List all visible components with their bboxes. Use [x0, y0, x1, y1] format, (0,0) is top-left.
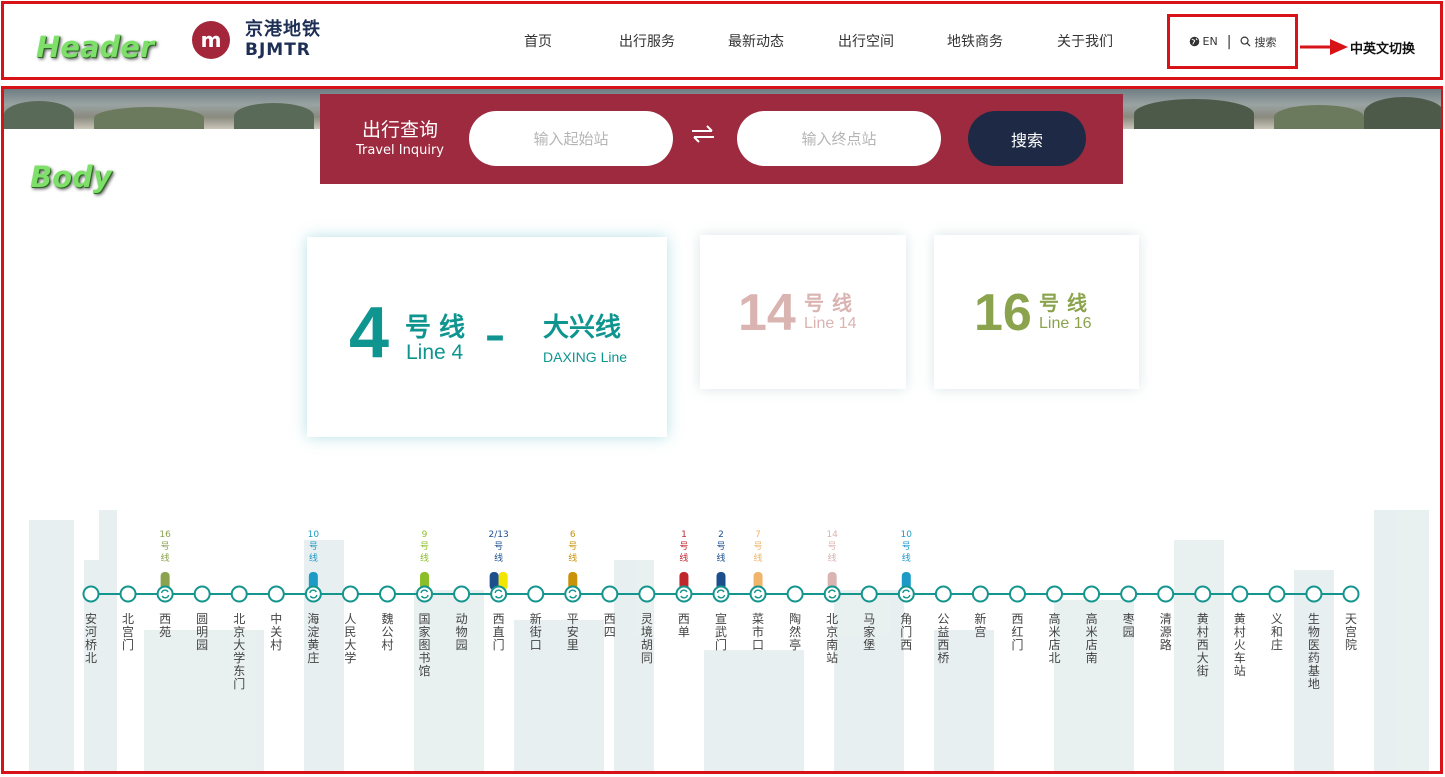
end-station-input[interactable]: [737, 111, 941, 166]
header-search-label: 搜索: [1254, 35, 1277, 49]
station-name[interactable]: 宣武门: [713, 613, 729, 652]
nav-item-news[interactable]: 最新动态: [728, 31, 784, 51]
line-card-4[interactable]: 4 号线 Line 4 – 大兴线 DAXING Line: [307, 237, 667, 437]
station-name[interactable]: 圆明园: [194, 613, 210, 652]
station-name[interactable]: 灵境胡同: [639, 613, 655, 665]
line14-hao: 号线: [804, 291, 860, 315]
station-name[interactable]: 天宫院: [1343, 613, 1359, 652]
line4-en: Line 4: [406, 341, 464, 364]
daxing-line-cn: 大兴线: [543, 313, 622, 343]
line14-number: 14: [738, 284, 796, 342]
inquiry-search-button[interactable]: 搜索: [968, 111, 1086, 166]
station-name[interactable]: 陶然亭: [787, 613, 803, 652]
station-name[interactable]: 西直门: [491, 613, 507, 652]
transfer-label: 16 号线: [159, 530, 171, 564]
nav-item-home[interactable]: 首页: [524, 31, 552, 51]
station-name[interactable]: 北京南站: [824, 613, 840, 665]
station-name[interactable]: 海淀黄庄: [305, 613, 321, 665]
station-name[interactable]: 黄村火车站: [1232, 613, 1248, 678]
nav-item-about[interactable]: 关于我们: [1057, 31, 1113, 51]
start-station-input[interactable]: [469, 111, 673, 166]
station-name[interactable]: 北宫门: [120, 613, 136, 652]
travel-inquiry-panel: 出行查询 Travel Inquiry 搜索: [320, 94, 1123, 184]
station-name[interactable]: 西苑: [157, 613, 173, 639]
lang-search-toolbar: EN | 搜索: [1167, 14, 1298, 69]
station-name[interactable]: 西红门: [1009, 613, 1025, 652]
inquiry-title-en: Travel Inquiry: [356, 143, 444, 158]
transfer-label: 10 号线: [307, 530, 320, 564]
search-icon: [1240, 36, 1251, 47]
station-name[interactable]: 平安里: [565, 613, 581, 652]
station-name[interactable]: 菜市口: [750, 613, 766, 652]
transfer-label: 6号线: [568, 530, 578, 564]
line4-dash: –: [485, 313, 505, 359]
station-name[interactable]: 西四: [602, 613, 618, 639]
station-name[interactable]: 北京大学东门: [231, 613, 247, 691]
station-name[interactable]: 黄村西大街: [1195, 613, 1211, 678]
page: Header m 京港地铁 BJMTR 首页 出行服务 最新动态 出行空间 地铁…: [0, 0, 1445, 777]
station-name[interactable]: 动物园: [454, 613, 470, 652]
transfer-label: 2/13 号线: [488, 530, 509, 564]
station-name[interactable]: 角门西: [898, 613, 914, 652]
station-name[interactable]: 新宫: [972, 613, 988, 639]
nav-item-travel-service[interactable]: 出行服务: [619, 31, 675, 51]
transfer-label: 10 号线: [900, 530, 912, 564]
line16-number: 16: [974, 284, 1032, 342]
station-name[interactable]: 人民大学: [342, 613, 358, 665]
transfer-label: 7号线: [753, 530, 763, 564]
transfer-label: 14 号线: [826, 530, 838, 564]
body-annotation-label: Body: [30, 160, 112, 194]
line4-hao: 号线: [405, 313, 474, 343]
toolbar-divider: |: [1226, 33, 1232, 50]
annotation-arrow-icon: [1300, 39, 1348, 55]
station-name[interactable]: 义和庄: [1269, 613, 1285, 652]
station-name[interactable]: 公益西桥: [935, 613, 951, 665]
station-name[interactable]: 生物医药基地: [1306, 613, 1322, 691]
globe-icon: [1189, 36, 1199, 47]
station-name[interactable]: 魏公村: [379, 613, 395, 652]
language-switch[interactable]: EN: [1189, 35, 1218, 48]
inquiry-title-cn: 出行查询: [361, 119, 438, 141]
lang-label: EN: [1202, 35, 1218, 48]
swap-arrows-icon[interactable]: [690, 124, 716, 144]
line4-number: 4: [349, 293, 390, 373]
lang-switch-annotation: 中英文切换: [1350, 42, 1416, 57]
line14-en: Line 14: [804, 315, 857, 332]
station-name[interactable]: 西单: [676, 613, 692, 639]
station-name[interactable]: 高米店南: [1084, 613, 1100, 665]
header-search[interactable]: 搜索: [1240, 34, 1276, 50]
transfer-label: 1号线: [679, 530, 689, 564]
transfer-label: 9号线: [420, 530, 430, 564]
station-name[interactable]: 高米店北: [1047, 613, 1063, 665]
station-name[interactable]: 中关村: [268, 613, 284, 652]
station-name[interactable]: 马家堡: [861, 613, 877, 652]
line16-hao: 号线: [1039, 291, 1095, 315]
station-name[interactable]: 安河桥北: [83, 613, 99, 665]
station-name[interactable]: 枣园: [1121, 613, 1137, 639]
station-name[interactable]: 国家图书馆: [417, 613, 433, 678]
nav-item-travel-space[interactable]: 出行空间: [838, 31, 894, 51]
nav-item-business[interactable]: 地铁商务: [947, 31, 1003, 51]
station-name[interactable]: 新街口: [528, 613, 544, 652]
line-card-16[interactable]: 16 号线 Line 16: [934, 235, 1139, 389]
line16-en: Line 16: [1039, 315, 1092, 332]
transfer-label: 2号线: [716, 530, 726, 564]
daxing-line-en: DAXING Line: [543, 349, 628, 365]
station-name[interactable]: 清源路: [1158, 613, 1174, 652]
line-card-14[interactable]: 14 号线 Line 14: [700, 235, 906, 389]
